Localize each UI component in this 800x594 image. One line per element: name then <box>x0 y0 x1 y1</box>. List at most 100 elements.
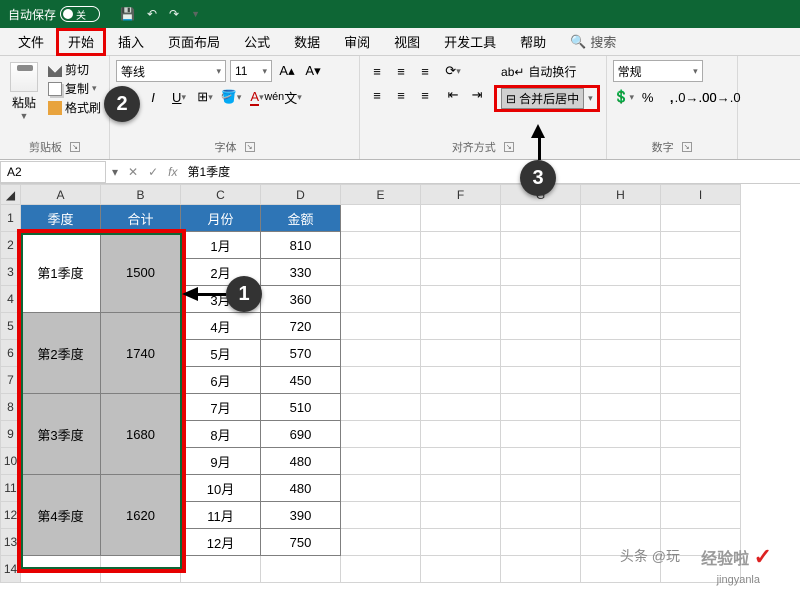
brush-icon <box>48 101 62 115</box>
cell[interactable]: 合计 <box>101 205 181 232</box>
underline-button[interactable]: U▾ <box>168 86 190 108</box>
col-header-D[interactable]: D <box>261 185 341 205</box>
arrow-head-icon <box>182 287 198 301</box>
name-box[interactable]: A2 <box>0 161 106 183</box>
cell[interactable] <box>661 205 741 232</box>
cell[interactable] <box>501 205 581 232</box>
tab-file[interactable]: 文件 <box>6 28 56 56</box>
tab-view[interactable]: 视图 <box>382 28 432 56</box>
col-header-A[interactable]: A <box>21 185 101 205</box>
callout-2: 2 <box>104 86 140 122</box>
decrease-decimal-button[interactable]: .00→.0 <box>709 86 731 108</box>
number-format-select[interactable]: 常规▾ <box>613 60 703 82</box>
col-header-I[interactable]: I <box>661 185 741 205</box>
expand-icon[interactable]: ↘ <box>70 142 80 152</box>
italic-button[interactable]: I <box>142 86 164 108</box>
scissors-icon <box>48 63 62 77</box>
col-header-C[interactable]: C <box>181 185 261 205</box>
arrow-line <box>196 293 226 296</box>
tab-home[interactable]: 开始 <box>56 28 106 56</box>
align-top-button[interactable]: ≡ <box>366 60 388 82</box>
align-left-button[interactable]: ≡ <box>366 84 388 106</box>
align-right-button[interactable]: ≡ <box>414 84 436 106</box>
confirm-formula-icon[interactable]: ✓ <box>148 165 158 179</box>
cell[interactable] <box>581 205 661 232</box>
group-number: 常规▾ 💲▾ % , .0→.00 .00→.0 数字↘ <box>607 56 738 159</box>
wrap-text-button[interactable]: ab↵自动换行 <box>494 60 600 83</box>
group-clipboard: 粘贴 ▼ 剪切 复制▾ 格式刷 剪贴板↘ <box>0 56 110 159</box>
align-middle-button[interactable]: ≡ <box>390 60 412 82</box>
increase-indent-button[interactable]: ⇥ <box>466 84 488 106</box>
worksheet-grid[interactable]: ◢ A B C D E F G H I 1 季度 合计 月份 金额 2第1季度1… <box>0 184 800 583</box>
font-name-select[interactable]: 等线▾ <box>116 60 226 82</box>
align-bottom-button[interactable]: ≡ <box>414 60 436 82</box>
phonetic-button[interactable]: wén文▾ <box>272 86 294 108</box>
search-icon: 🔍 <box>570 34 586 50</box>
watermark: 头条 @玩 <box>620 546 680 566</box>
percent-button[interactable]: % <box>637 86 659 108</box>
cell[interactable]: 第1季度 <box>21 232 101 313</box>
tab-help[interactable]: 帮助 <box>508 28 558 56</box>
fx-icon[interactable]: fx <box>168 165 177 179</box>
col-header-H[interactable]: H <box>581 185 661 205</box>
cut-button[interactable]: 剪切 <box>46 60 103 79</box>
group-alignment: ≡ ≡ ≡ ≡ ≡ ≡ ⟳▾ ⇤ ⇥ ab↵自动换行 ⊟合并后居中 <box>360 56 607 159</box>
redo-icon[interactable]: ↷ <box>169 7 179 21</box>
copy-icon <box>48 82 62 96</box>
cell[interactable] <box>421 205 501 232</box>
watermark: 经验啦 ✓ <box>701 544 772 570</box>
col-header-B[interactable]: B <box>101 185 181 205</box>
border-button[interactable]: ⊞▾ <box>194 86 216 108</box>
fill-color-button[interactable]: 🪣▾ <box>220 86 242 108</box>
tab-insert[interactable]: 插入 <box>106 28 156 56</box>
search-box[interactable]: 🔍 搜索 <box>570 32 616 51</box>
select-all-corner[interactable]: ◢ <box>1 185 21 205</box>
merge-center-button[interactable]: ⊟合并后居中 ▾ <box>494 85 600 112</box>
font-size-select[interactable]: 11▾ <box>230 60 272 82</box>
copy-button[interactable]: 复制▾ <box>46 79 103 98</box>
watermark: jingyanla <box>717 574 760 586</box>
decrease-indent-button[interactable]: ⇤ <box>442 84 464 106</box>
cell[interactable] <box>341 205 421 232</box>
expand-icon[interactable]: ↘ <box>682 142 692 152</box>
paste-button[interactable]: 粘贴 ▼ <box>6 60 42 123</box>
cell[interactable]: 金额 <box>261 205 341 232</box>
tab-review[interactable]: 审阅 <box>332 28 382 56</box>
arrow-head-icon <box>531 124 545 138</box>
increase-font-button[interactable]: A▴ <box>276 60 298 82</box>
expand-icon[interactable]: ↘ <box>245 142 255 152</box>
align-center-button[interactable]: ≡ <box>390 84 412 106</box>
row-header[interactable]: 1 <box>1 205 21 232</box>
tab-developer[interactable]: 开发工具 <box>432 28 508 56</box>
formula-bar: A2 ▾ ✕ ✓ fx 第1季度 <box>0 160 800 184</box>
ribbon-tabs: 文件 开始 插入 页面布局 公式 数据 审阅 视图 开发工具 帮助 🔍 搜索 <box>0 28 800 56</box>
merge-icon: ⊟ <box>506 92 516 106</box>
cell[interactable]: 季度 <box>21 205 101 232</box>
autosave-toggle[interactable]: 关 <box>60 6 100 22</box>
save-icon[interactable]: 💾 <box>120 7 135 21</box>
chevron-down-icon: ▼ <box>20 111 29 121</box>
qat-dropdown-icon[interactable]: ▼ <box>191 9 200 19</box>
tab-formulas[interactable]: 公式 <box>232 28 282 56</box>
formula-input[interactable]: 第1季度 <box>183 163 800 180</box>
undo-icon[interactable]: ↶ <box>147 7 157 21</box>
currency-button[interactable]: 💲▾ <box>613 86 635 108</box>
cell[interactable]: 1500 <box>101 232 181 313</box>
col-header-F[interactable]: F <box>421 185 501 205</box>
wrap-icon: ab↵ <box>501 65 524 79</box>
title-bar: 自动保存 关 💾 ↶ ↷ ▼ <box>0 0 800 28</box>
expand-icon[interactable]: ↘ <box>504 142 514 152</box>
tab-pagelayout[interactable]: 页面布局 <box>156 28 232 56</box>
group-font: 等线▾ 11▾ A▴ A▾ B I U▾ ⊞▾ 🪣▾ A▾ wén文▾ 字体↘ <box>110 56 360 159</box>
cancel-formula-icon[interactable]: ✕ <box>128 165 138 179</box>
tab-data[interactable]: 数据 <box>282 28 332 56</box>
name-box-dropdown[interactable]: ▾ <box>106 165 124 179</box>
format-painter-button[interactable]: 格式刷 <box>46 98 103 117</box>
cell[interactable]: 月份 <box>181 205 261 232</box>
chevron-down-icon[interactable]: ▾ <box>588 93 593 104</box>
callout-3: 3 <box>520 160 556 196</box>
decrease-font-button[interactable]: A▾ <box>302 60 324 82</box>
col-header-E[interactable]: E <box>341 185 421 205</box>
autosave-label: 自动保存 <box>8 6 56 23</box>
orientation-button[interactable]: ⟳▾ <box>442 60 464 82</box>
